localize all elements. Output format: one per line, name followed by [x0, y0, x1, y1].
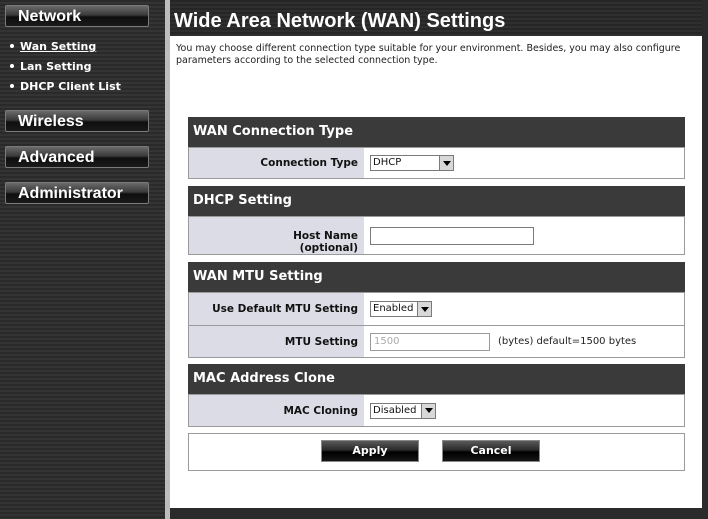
connection-type-select[interactable]: DHCP	[370, 155, 454, 171]
sidebar-item-wan-setting[interactable]: Wan Setting	[10, 39, 121, 59]
title-bar: Wide Area Network (WAN) Settings	[170, 0, 702, 36]
section-dhcp-setting: DHCP Setting	[188, 186, 685, 216]
mtu-input[interactable]: 1500	[370, 332, 490, 351]
cancel-button[interactable]: Cancel	[442, 440, 540, 462]
mac-cloning-label: MAC Cloning	[189, 395, 364, 426]
host-name-row: Host Name (optional)	[188, 216, 685, 255]
mtu-setting-row: MTU Setting 1500 (bytes) default=1500 by…	[188, 325, 685, 358]
main-content: Wide Area Network (WAN) Settings You may…	[170, 0, 702, 519]
sidebar: Network Wan Setting Lan Setting DHCP Cli…	[0, 0, 165, 519]
section-wan-mtu-setting: WAN MTU Setting	[188, 262, 685, 292]
sidebar-item-dhcp-client-list[interactable]: DHCP Client List	[10, 79, 121, 99]
bottom-bar	[170, 508, 702, 519]
mtu-hint: (bytes) default=1500 bytes	[498, 336, 637, 347]
mac-cloning-select[interactable]: Disabled	[370, 402, 436, 419]
host-name-label: Host Name (optional)	[189, 217, 364, 254]
section-wan-connection-type: WAN Connection Type	[188, 117, 685, 147]
host-name-input[interactable]	[370, 226, 534, 245]
bullet-icon	[10, 44, 14, 48]
mac-cloning-row: MAC Cloning Disabled	[188, 394, 685, 427]
menu-advanced[interactable]: Advanced	[5, 146, 149, 168]
connection-type-label: Connection Type	[189, 148, 364, 178]
bullet-icon	[10, 64, 14, 68]
page-title: Wide Area Network (WAN) Settings	[174, 10, 506, 32]
chevron-down-icon[interactable]	[421, 403, 435, 418]
menu-administrator[interactable]: Administrator	[5, 182, 149, 204]
network-submenu: Wan Setting Lan Setting DHCP Client List	[10, 39, 121, 99]
menu-wireless[interactable]: Wireless	[5, 110, 149, 132]
button-row: Apply Cancel	[188, 433, 685, 471]
sidebar-item-lan-setting[interactable]: Lan Setting	[10, 59, 121, 79]
intro-text: You may choose different connection type…	[176, 43, 681, 66]
default-mtu-select[interactable]: Enabled	[370, 301, 432, 317]
right-edge	[702, 0, 708, 519]
chevron-down-icon[interactable]	[417, 302, 431, 316]
default-mtu-label: Use Default MTU Setting	[189, 293, 364, 325]
chevron-down-icon[interactable]	[439, 156, 453, 170]
default-mtu-row: Use Default MTU Setting Enabled	[188, 292, 685, 326]
connection-type-row: Connection Type DHCP	[188, 147, 685, 179]
mtu-setting-label: MTU Setting	[189, 326, 364, 357]
bullet-icon	[10, 84, 14, 88]
menu-network[interactable]: Network	[5, 5, 149, 27]
apply-button[interactable]: Apply	[321, 440, 419, 462]
section-mac-address-clone: MAC Address Clone	[188, 364, 685, 394]
